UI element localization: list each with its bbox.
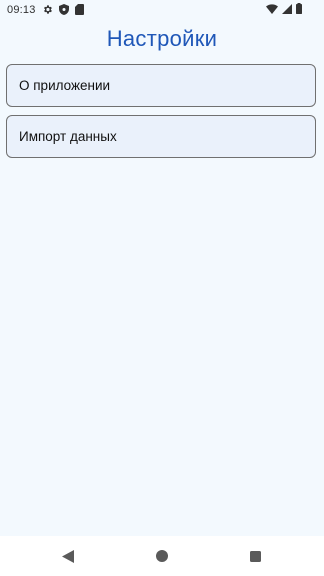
navigation-bar	[0, 536, 324, 576]
about-app-item[interactable]: О приложении	[6, 64, 316, 107]
sim-card-icon	[75, 4, 84, 18]
recents-button[interactable]	[245, 546, 265, 566]
recents-icon	[249, 550, 261, 562]
import-data-item[interactable]: Импорт данных	[6, 115, 316, 158]
shield-icon	[59, 4, 69, 18]
page-title: Настройки	[106, 26, 218, 51]
signal-icon	[282, 3, 292, 17]
status-bar: 09:13	[0, 0, 324, 20]
status-right-icons	[266, 3, 302, 17]
import-data-label: Импорт данных	[19, 129, 117, 144]
battery-icon	[296, 3, 302, 17]
home-button[interactable]	[152, 546, 172, 566]
status-time: 09:13	[7, 4, 36, 16]
back-icon	[62, 549, 74, 563]
settings-icon	[42, 4, 53, 18]
home-icon	[156, 550, 168, 562]
about-app-label: О приложении	[19, 78, 111, 93]
back-button[interactable]	[58, 546, 78, 566]
wifi-icon	[266, 3, 278, 17]
status-left-icons	[42, 4, 84, 18]
